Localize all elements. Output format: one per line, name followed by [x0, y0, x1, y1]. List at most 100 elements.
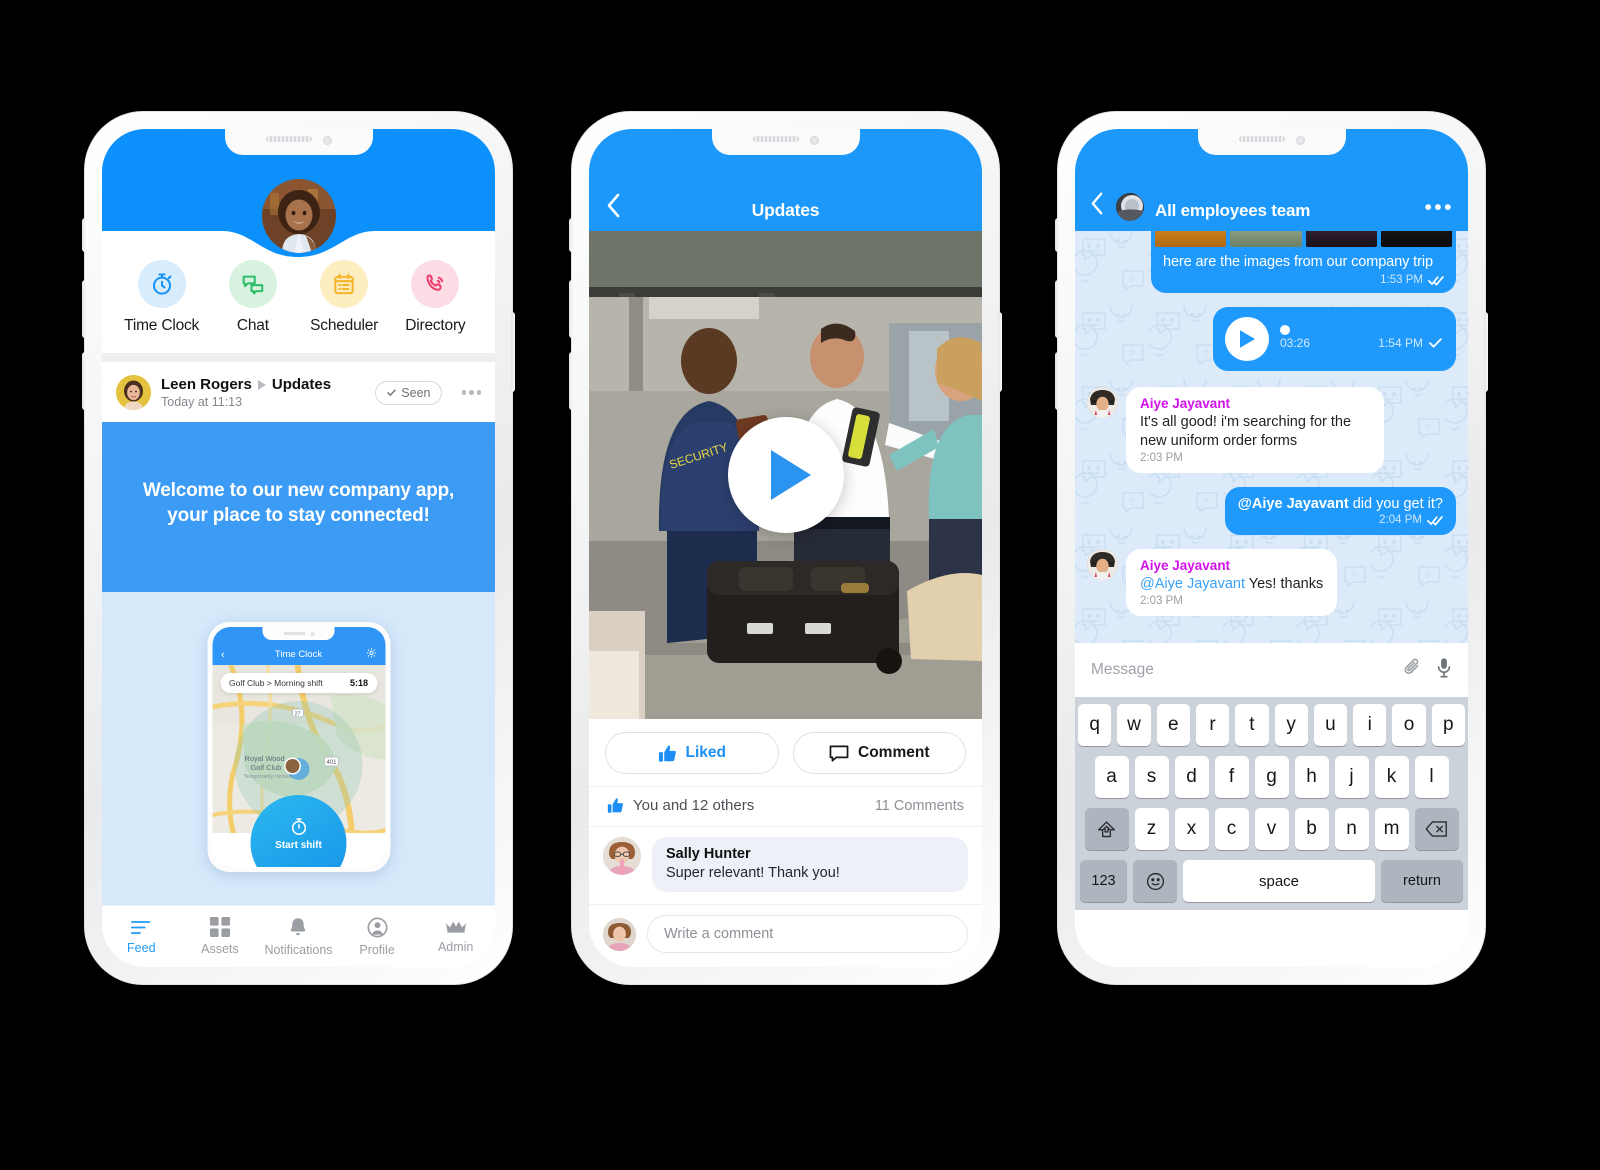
- back-button[interactable]: [1089, 191, 1105, 221]
- shortcut-chat[interactable]: Chat: [207, 260, 298, 335]
- chat-more-button[interactable]: •••: [1424, 197, 1454, 221]
- comment-input[interactable]: Write a comment: [647, 915, 968, 953]
- attach-button[interactable]: [1403, 657, 1422, 683]
- space-key[interactable]: space: [1183, 860, 1375, 902]
- feed-scroll-area[interactable]: ‹ Time Clock Royal Wood Golf Club Tempor…: [102, 592, 495, 905]
- mute-switch[interactable]: [82, 218, 86, 252]
- like-button[interactable]: Liked: [605, 732, 779, 774]
- svg-text:401: 401: [326, 760, 337, 766]
- message-incoming[interactable]: Aiye Jayavant It's all good! i'm searchi…: [1087, 387, 1456, 474]
- post-author-name: Leen Rogers: [161, 376, 252, 393]
- numbers-key[interactable]: 123: [1080, 860, 1127, 902]
- current-shift-chip[interactable]: Golf Club > Morning shift 5:18: [220, 673, 377, 694]
- avatar-photo: [603, 837, 641, 875]
- volume-down-button[interactable]: [1055, 352, 1059, 410]
- message-outgoing-images[interactable]: here are the images from our company tri…: [1151, 231, 1456, 293]
- key-u[interactable]: u: [1313, 704, 1348, 746]
- key-k[interactable]: k: [1374, 756, 1409, 798]
- voice-record-button[interactable]: [1436, 657, 1452, 683]
- key-m[interactable]: m: [1374, 808, 1409, 850]
- mini-back-icon[interactable]: ‹: [221, 649, 225, 661]
- gear-icon[interactable]: [365, 647, 377, 662]
- key-f[interactable]: f: [1214, 756, 1249, 798]
- sender-avatar[interactable]: [1087, 549, 1118, 581]
- post-author-avatar[interactable]: [116, 375, 151, 410]
- message-outgoing[interactable]: @Aiye Jayavant did you get it? 2:04 PM: [1224, 487, 1456, 536]
- thumbnail[interactable]: [1305, 231, 1377, 247]
- message-incoming[interactable]: Aiye Jayavant @Aiye Jayavant Yes! thanks…: [1087, 549, 1456, 617]
- post-video[interactable]: SECURITY: [589, 231, 982, 719]
- user-avatar[interactable]: [261, 179, 336, 253]
- likes-summary[interactable]: You and 12 others: [607, 797, 754, 814]
- volume-up-button[interactable]: [82, 280, 86, 338]
- shortcut-directory[interactable]: Directory: [390, 260, 481, 335]
- key-g[interactable]: g: [1254, 756, 1289, 798]
- key-t[interactable]: t: [1235, 704, 1269, 746]
- key-x[interactable]: x: [1174, 808, 1209, 850]
- message-input[interactable]: Message: [1091, 661, 1389, 679]
- key-o[interactable]: o: [1392, 704, 1426, 746]
- key-n[interactable]: n: [1334, 808, 1369, 850]
- key-c[interactable]: c: [1214, 808, 1249, 850]
- key-z[interactable]: z: [1134, 808, 1169, 850]
- backspace-key[interactable]: [1414, 808, 1459, 850]
- thumbnail[interactable]: [1155, 231, 1227, 247]
- audio-play-button[interactable]: [1225, 317, 1269, 361]
- key-r[interactable]: r: [1195, 704, 1230, 746]
- thumbnail[interactable]: [1230, 231, 1302, 247]
- current-user-avatar[interactable]: [603, 917, 636, 951]
- tab-admin[interactable]: Admin: [416, 920, 495, 954]
- mention-text[interactable]: @Aiye Jayavant: [1140, 576, 1245, 592]
- shortcut-scheduler[interactable]: Scheduler: [299, 260, 390, 335]
- power-button[interactable]: [998, 312, 1002, 392]
- shortcut-time-clock[interactable]: Time Clock: [116, 260, 207, 335]
- power-button[interactable]: [511, 312, 515, 392]
- volume-down-button[interactable]: [82, 352, 86, 410]
- post-more-button[interactable]: [461, 390, 481, 395]
- audio-thumb[interactable]: [1280, 325, 1290, 335]
- chat-messages-area[interactable]: ? here are: [1075, 231, 1468, 643]
- volume-up-button[interactable]: [1055, 280, 1059, 338]
- key-a[interactable]: a: [1094, 756, 1129, 798]
- message-outgoing-audio[interactable]: 03:26 1:54 PM: [1213, 307, 1456, 371]
- image-attachments[interactable]: [1151, 231, 1456, 247]
- time-clock-app-preview[interactable]: ‹ Time Clock Royal Wood Golf Club Tempor…: [207, 622, 390, 873]
- thumbnail[interactable]: [1380, 231, 1452, 247]
- tab-assets[interactable]: Assets: [181, 917, 260, 956]
- key-j[interactable]: j: [1334, 756, 1369, 798]
- comment-author-avatar[interactable]: [603, 837, 641, 875]
- group-avatar[interactable]: [1116, 193, 1144, 221]
- key-w[interactable]: w: [1117, 704, 1151, 746]
- tab-notifications[interactable]: Notifications: [259, 917, 338, 957]
- return-key[interactable]: return: [1381, 860, 1463, 902]
- play-button[interactable]: [727, 417, 844, 533]
- power-button[interactable]: [1484, 312, 1488, 392]
- key-d[interactable]: d: [1174, 756, 1209, 798]
- key-y[interactable]: y: [1274, 704, 1308, 746]
- emoji-key[interactable]: [1133, 860, 1177, 902]
- key-q[interactable]: q: [1078, 704, 1112, 746]
- comments-count[interactable]: 11 Comments: [875, 798, 964, 814]
- check-icon: [1429, 337, 1442, 348]
- tab-feed[interactable]: Feed: [102, 919, 181, 955]
- shift-key[interactable]: [1084, 808, 1129, 850]
- tab-profile[interactable]: Profile: [338, 917, 417, 957]
- key-l[interactable]: l: [1414, 756, 1449, 798]
- comment-button[interactable]: Comment: [792, 732, 966, 774]
- key-v[interactable]: v: [1254, 808, 1289, 850]
- key-p[interactable]: p: [1431, 704, 1465, 746]
- mention-text[interactable]: @Aiye Jayavant: [1238, 496, 1349, 512]
- sender-avatar[interactable]: [1087, 387, 1118, 418]
- volume-up-button[interactable]: [569, 280, 573, 338]
- key-s[interactable]: s: [1134, 756, 1169, 798]
- key-e[interactable]: e: [1156, 704, 1190, 746]
- key-i[interactable]: i: [1353, 704, 1387, 746]
- seen-badge[interactable]: Seen: [375, 380, 442, 405]
- key-b[interactable]: b: [1294, 808, 1329, 850]
- audio-progress[interactable]: 03:26 1:54 PM: [1280, 325, 1442, 350]
- mini-title: Time Clock: [274, 649, 323, 661]
- mute-switch[interactable]: [569, 218, 573, 252]
- volume-down-button[interactable]: [569, 352, 573, 410]
- mute-switch[interactable]: [1055, 218, 1059, 252]
- key-h[interactable]: h: [1294, 756, 1329, 798]
